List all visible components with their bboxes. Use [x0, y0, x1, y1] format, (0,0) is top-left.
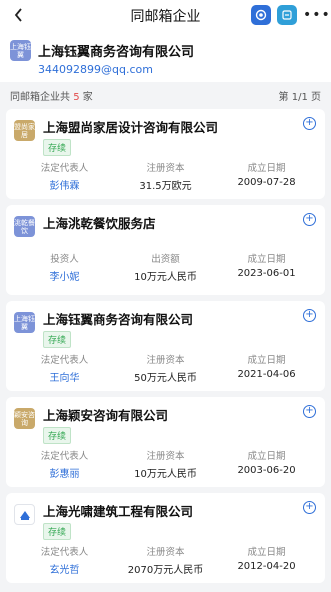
status-badge: 存续 — [43, 523, 72, 540]
date-label: 成立日期 — [247, 547, 286, 558]
company-card-name[interactable]: 上海颖安咨询有限公司 — [43, 405, 168, 424]
rep-value[interactable]: 彭惠丽 — [14, 465, 115, 480]
company-card-logo: 盟尚家居 — [14, 120, 35, 141]
circle-logo-icon[interactable] — [251, 5, 271, 25]
rep-label: 投资人 — [50, 254, 79, 265]
company-card-fields: 法定代表人玄光哲 注册资本 2070万元人民币 成立日期 2012-04-20 — [14, 544, 317, 576]
rep-label: 法定代表人 — [40, 163, 89, 174]
result-count-suffix: 家 — [82, 92, 93, 103]
date-value: 2009-07-28 — [237, 177, 296, 188]
app-icon[interactable] — [277, 5, 297, 25]
date-value: 2023-06-01 — [237, 268, 296, 279]
top-icons: ••• — [251, 5, 330, 25]
date-value: 2012-04-20 — [237, 561, 296, 572]
plus-circle-icon[interactable]: + — [303, 501, 316, 514]
result-count: 同邮箱企业共 5 家 — [10, 88, 93, 103]
status-badge: 存续 — [43, 139, 72, 156]
company-card-logo: 颖安咨询 — [14, 408, 35, 429]
company-card[interactable]: 盟尚家居 上海盟尚家居设计咨询有限公司 存续 + 法定代表人彭伟霖 注册资本 31… — [6, 109, 325, 199]
more-icon[interactable]: ••• — [303, 7, 330, 23]
company-card-name[interactable]: 上海光啸建筑工程有限公司 — [43, 501, 193, 520]
plus-circle-icon[interactable]: + — [303, 117, 316, 130]
company-card-logo — [14, 504, 35, 525]
company-card-fields: 法定代表人彭伟霖 注册资本 31.5万欧元 成立日期 2009-07-28 — [14, 160, 317, 192]
rep-value[interactable]: 玄光哲 — [14, 561, 115, 576]
circle-logo-svg — [255, 9, 267, 21]
back-button[interactable] — [8, 4, 30, 26]
date-value: 2021-04-06 — [237, 369, 296, 380]
company-card-fields: 法定代表人王向华 注册资本 50万元人民币 成立日期 2021-04-06 — [14, 352, 317, 384]
company-card-name[interactable]: 上海洮乾餐饮服务店 — [43, 213, 156, 232]
capital-label: 注册资本 — [146, 547, 185, 558]
result-summary: 同邮箱企业共 5 家 第 1/1 页 — [0, 82, 331, 109]
date-label: 成立日期 — [247, 451, 286, 462]
company-card[interactable]: 颖安咨询 上海颖安咨询有限公司 存续 + 法定代表人彭惠丽 注册资本 10万元人民… — [6, 397, 325, 487]
capital-value: 10万元人民币 — [134, 469, 197, 480]
building-logo-icon — [19, 510, 30, 520]
capital-label: 注册资本 — [146, 451, 185, 462]
capital-value: 31.5万欧元 — [139, 181, 192, 192]
result-count-number: 5 — [73, 92, 80, 103]
company-logo: 上海钰翼 — [10, 40, 31, 61]
company-header: 上海钰翼 上海钰翼商务咨询有限公司 344092899@qq.com — [0, 30, 331, 82]
date-value: 2003-06-20 — [237, 465, 296, 476]
page-indicator: 第 1/1 页 — [278, 92, 321, 103]
plus-circle-icon[interactable]: + — [303, 213, 316, 226]
company-card-logo: 洮乾餐饮 — [14, 216, 35, 237]
company-card[interactable]: 上海光啸建筑工程有限公司 存续 + 法定代表人玄光哲 注册资本 2070万元人民币… — [6, 493, 325, 583]
company-email[interactable]: 344092899@qq.com — [38, 63, 321, 76]
company-card[interactable]: 洮乾餐饮 上海洮乾餐饮服务店 + 投资人李小妮 出资额 10万元人民币 成立日期 2… — [6, 205, 325, 295]
rep-label: 法定代表人 — [40, 451, 89, 462]
plus-circle-icon[interactable]: + — [303, 309, 316, 322]
status-badge: 存续 — [43, 331, 72, 348]
chevron-left-icon — [14, 8, 22, 22]
capital-label: 注册资本 — [146, 163, 185, 174]
capital-value: 50万元人民币 — [134, 373, 197, 384]
date-label: 成立日期 — [247, 163, 286, 174]
company-card-logo: 上海钰翼 — [14, 312, 35, 333]
company-card-fields: 法定代表人彭惠丽 注册资本 10万元人民币 成立日期 2003-06-20 — [14, 448, 317, 480]
capital-value: 10万元人民币 — [134, 272, 197, 283]
top-bar: 同邮箱企业 ••• — [0, 0, 331, 30]
rep-value[interactable]: 王向华 — [14, 369, 115, 384]
date-label: 成立日期 — [247, 254, 286, 265]
result-count-prefix: 同邮箱企业共 — [10, 92, 70, 103]
capital-value: 2070万元人民币 — [127, 565, 204, 576]
company-card[interactable]: 上海钰翼 上海钰翼商务咨询有限公司 存续 + 法定代表人王向华 注册资本 50万元… — [6, 301, 325, 391]
company-card-name[interactable]: 上海钰翼商务咨询有限公司 — [43, 309, 193, 328]
company-card-name[interactable]: 上海盟尚家居设计咨询有限公司 — [43, 117, 218, 136]
rep-label: 法定代表人 — [40, 355, 89, 366]
plus-circle-icon[interactable]: + — [303, 405, 316, 418]
status-badge: 存续 — [43, 427, 72, 444]
rep-value[interactable]: 彭伟霖 — [14, 177, 115, 192]
app-svg — [282, 10, 292, 20]
company-name[interactable]: 上海钰翼商务咨询有限公司 — [38, 41, 194, 60]
company-card-fields: 投资人李小妮 出资额 10万元人民币 成立日期 2023-06-01 — [14, 251, 317, 283]
capital-label: 注册资本 — [146, 355, 185, 366]
capital-label: 出资额 — [151, 254, 180, 265]
result-list: 盟尚家居 上海盟尚家居设计咨询有限公司 存续 + 法定代表人 彭伟霖 注册资本 31… — [0, 109, 331, 583]
date-label: 成立日期 — [247, 355, 286, 366]
rep-label: 法定代表人 — [40, 547, 89, 558]
rep-value[interactable]: 李小妮 — [14, 268, 115, 283]
